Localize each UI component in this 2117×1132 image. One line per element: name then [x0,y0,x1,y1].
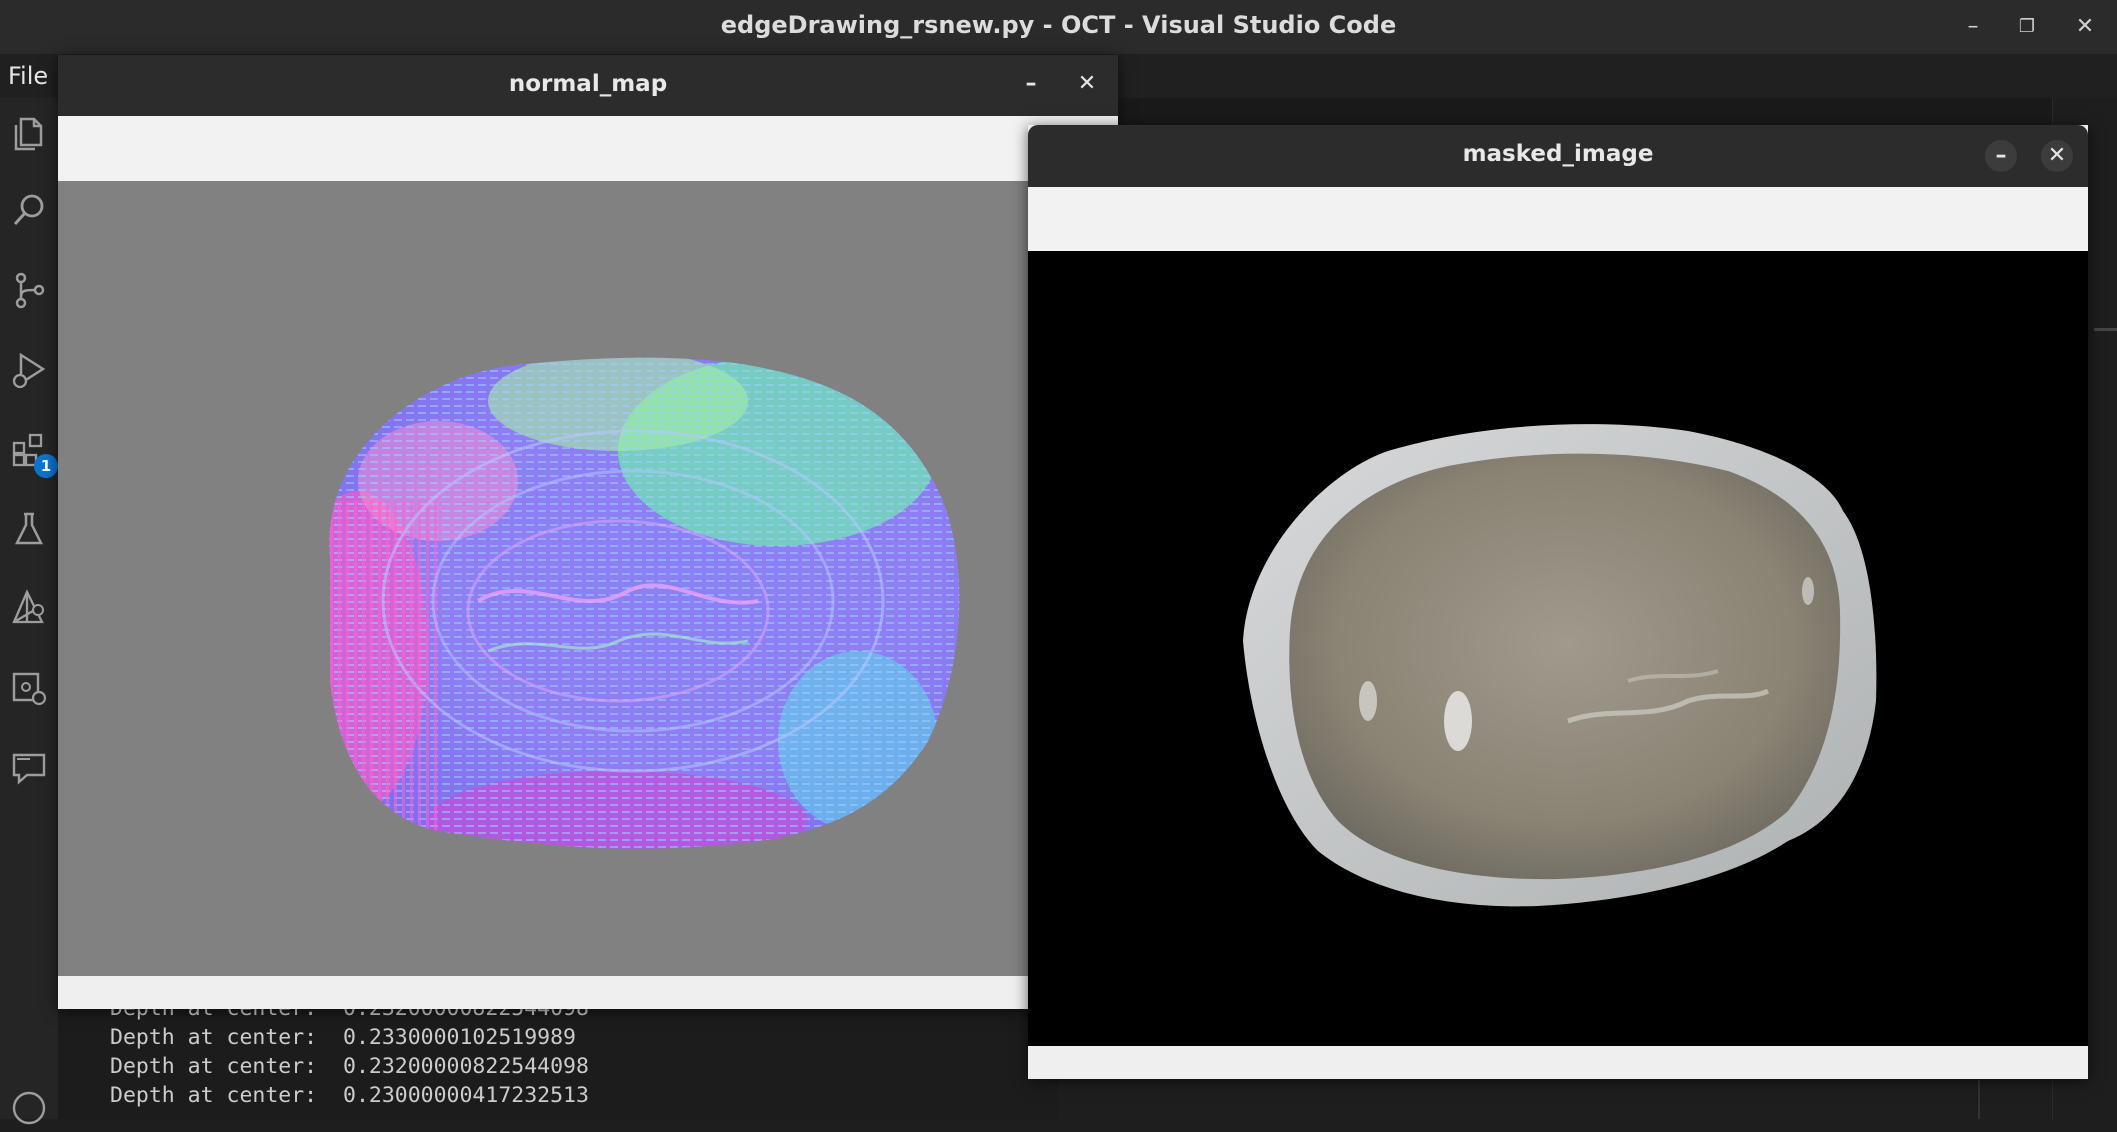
window-title: edgeDrawing_rsnew.py - OCT - Visual Stud… [720,11,1397,39]
menu-file[interactable]: File [8,62,48,90]
masked-image-toolbar [1028,187,2088,251]
normal-map-minimize-button[interactable]: – [1014,67,1048,101]
activity-bar: 1 [0,98,59,1125]
normal-map-toolbar [58,116,1118,181]
terminal-panel[interactable]: Depth at center: 0.23200000822544098 Dep… [58,996,1058,1119]
normal-map-canvas[interactable] [58,181,1118,976]
remote-explorer-icon[interactable] [9,588,49,628]
testing-icon[interactable] [9,509,49,549]
panel-divider [1978,1080,1980,1119]
remote-settings-icon[interactable] [9,668,49,708]
window-minimize-button[interactable]: – [1956,10,1990,44]
comments-icon[interactable] [9,748,49,788]
scroll-indicator [2094,328,2117,331]
explorer-icon[interactable] [9,113,49,153]
normal-map-title: normal_map [508,71,668,97]
vscode-titlebar: edgeDrawing_rsnew.py - OCT - Visual Stud… [0,0,2117,54]
window-restore-button[interactable]: ❐ [2010,10,2044,44]
normal-map-window[interactable]: normal_map – ✕ [58,55,1118,1009]
masked-image-titlebar[interactable]: masked_image – ✕ [1028,125,2088,187]
normal-map-titlebar[interactable]: normal_map – ✕ [58,55,1118,116]
normal-map-close-button[interactable]: ✕ [1070,67,1104,101]
masked-image-close-button[interactable]: ✕ [2041,140,2073,172]
normal-map-statusbar [58,976,1118,1009]
terminal-line: Depth at center: 0.2330000102519989 [110,1025,576,1050]
source-control-icon[interactable] [9,270,49,310]
terminal-line: Depth at center: 0.23200000822544098 [110,1054,589,1079]
masked-image-title: masked_image [1462,141,1654,167]
search-icon[interactable] [9,190,49,230]
masked-image-canvas[interactable] [1028,251,2088,1046]
masked-image-minimize-button[interactable]: – [1985,140,2017,172]
terminal-line: Depth at center: 0.23000000417232513 [110,1083,589,1108]
window-close-button[interactable]: ✕ [2068,10,2102,44]
masked-image-window[interactable]: masked_image – ✕ [1028,125,2088,1079]
masked-image-photo [1243,424,1877,907]
run-debug-icon[interactable] [9,350,49,390]
extensions-badge: 1 [34,454,58,478]
accounts-icon[interactable] [9,1088,49,1128]
normal-map-image [329,357,960,849]
masked-image-statusbar [1028,1046,2088,1079]
